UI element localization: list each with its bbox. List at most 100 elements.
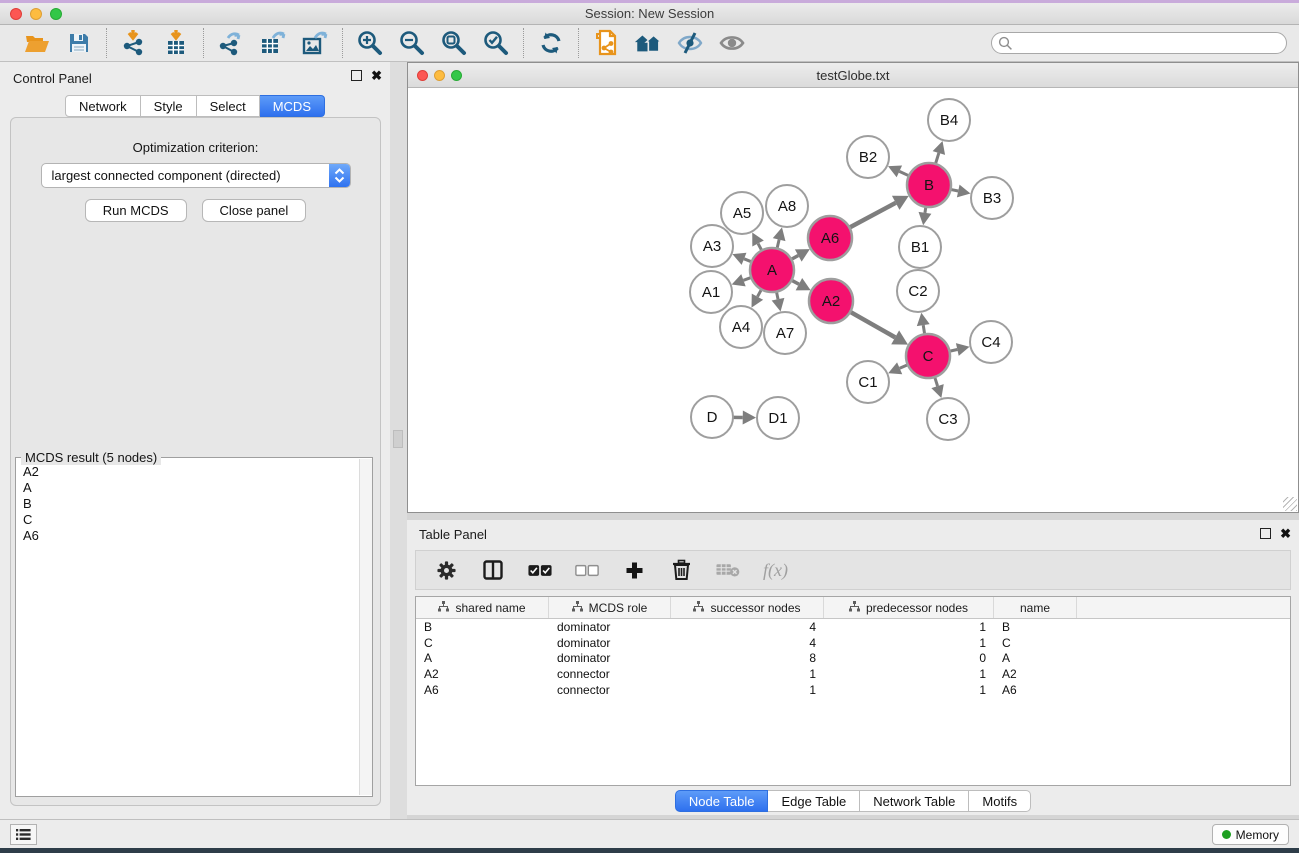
table-cell[interactable]: C — [416, 636, 549, 650]
graph-node-B2[interactable]: B2 — [847, 136, 889, 178]
graph-node-A6[interactable]: A6 — [808, 216, 852, 260]
search-input[interactable] — [1013, 36, 1280, 50]
close-panel-icon[interactable]: ✖ — [371, 70, 382, 81]
graph-edge-A-A3[interactable] — [732, 253, 751, 265]
function-builder-icon[interactable]: f(x) — [763, 560, 788, 581]
graph-edge-A-A2[interactable] — [791, 278, 810, 290]
tab-network[interactable]: Network — [65, 95, 141, 117]
table-cell[interactable]: A2 — [994, 667, 1077, 681]
zoom-out-icon[interactable] — [398, 29, 426, 57]
float-panel-icon[interactable] — [351, 70, 362, 81]
graph-edge-A-A7[interactable] — [772, 292, 785, 312]
graph-node-C[interactable]: C — [906, 334, 950, 378]
graph-node-A3[interactable]: A3 — [691, 225, 733, 267]
table-row[interactable]: Cdominator41C — [416, 635, 1290, 651]
graph-edge-C-C1[interactable] — [888, 362, 908, 374]
graph-node-A4[interactable]: A4 — [720, 306, 762, 348]
deselect-all-icon[interactable] — [575, 558, 599, 582]
tab-network-table[interactable]: Network Table — [860, 790, 969, 812]
delete-table-icon[interactable] — [716, 558, 740, 582]
window-resize-grip[interactable] — [1283, 497, 1297, 511]
table-cell[interactable]: B — [416, 620, 549, 634]
graph-node-B3[interactable]: B3 — [971, 177, 1013, 219]
graph-node-B1[interactable]: B1 — [899, 226, 941, 268]
table-row[interactable]: A2connector11A2 — [416, 666, 1290, 682]
graph-edge-C-C3[interactable] — [931, 377, 943, 398]
result-item[interactable]: A6 — [23, 528, 372, 544]
tab-select[interactable]: Select — [197, 95, 260, 117]
table-cell[interactable]: A2 — [416, 667, 549, 681]
graph-node-C3[interactable]: C3 — [927, 398, 969, 440]
table-cell[interactable]: connector — [549, 667, 671, 681]
save-session-icon[interactable] — [65, 29, 93, 57]
zoom-in-icon[interactable] — [356, 29, 384, 57]
tab-node-table[interactable]: Node Table — [675, 790, 769, 812]
graph-node-A1[interactable]: A1 — [690, 271, 732, 313]
tab-edge-table[interactable]: Edge Table — [768, 790, 860, 812]
table-cell[interactable]: 1 — [824, 620, 994, 634]
table-row[interactable]: Adominator80A — [416, 651, 1290, 667]
column-header-name[interactable]: name — [994, 597, 1077, 618]
table-row[interactable]: Bdominator41B — [416, 619, 1290, 635]
column-header-predecessor-nodes[interactable]: predecessor nodes — [824, 597, 994, 618]
delete-columns-icon[interactable] — [669, 558, 693, 582]
new-network-from-selection-icon[interactable] — [592, 29, 620, 57]
table-cell[interactable]: dominator — [549, 651, 671, 665]
panel-divider[interactable] — [390, 62, 407, 819]
close-panel-button[interactable]: Close panel — [202, 199, 307, 222]
column-header-MCDS-role[interactable]: MCDS role — [549, 597, 671, 618]
graph-node-A8[interactable]: A8 — [766, 185, 808, 227]
show-columns-icon[interactable] — [481, 558, 505, 582]
graph-node-A7[interactable]: A7 — [764, 312, 806, 354]
graph-edge-A-A5[interactable] — [752, 232, 764, 250]
table-cell[interactable]: C — [994, 636, 1077, 650]
graph-edge-B-B2[interactable] — [888, 165, 909, 177]
close-table-panel-icon[interactable]: ✖ — [1280, 528, 1291, 539]
graph-edge-A-A4[interactable] — [752, 289, 764, 307]
column-header-shared-name[interactable]: shared name — [416, 597, 549, 618]
graph-edge-A-A1[interactable] — [732, 274, 752, 286]
graph-node-A2[interactable]: A2 — [809, 279, 853, 323]
table-cell[interactable]: 4 — [671, 620, 824, 634]
settings-icon[interactable] — [434, 558, 458, 582]
select-all-icon[interactable] — [528, 558, 552, 582]
result-item[interactable]: B — [23, 496, 372, 512]
divider-grip[interactable] — [393, 430, 403, 448]
table-cell[interactable]: 8 — [671, 651, 824, 665]
result-item[interactable]: C — [23, 512, 372, 528]
graph-node-C1[interactable]: C1 — [847, 361, 889, 403]
table-cell[interactable]: dominator — [549, 620, 671, 634]
table-cell[interactable]: 1 — [671, 667, 824, 681]
table-cell[interactable]: A — [416, 651, 549, 665]
result-item[interactable]: A — [23, 480, 372, 496]
open-session-icon[interactable] — [23, 29, 51, 57]
criterion-dropdown[interactable]: largest connected component (directed) — [41, 163, 351, 188]
table-cell[interactable]: A — [994, 651, 1077, 665]
graph-edge-C-C4[interactable] — [949, 343, 969, 356]
table-row[interactable]: A6connector11A6 — [416, 682, 1290, 698]
export-image-icon[interactable] — [301, 29, 329, 57]
show-eye-icon[interactable] — [718, 29, 746, 57]
table-cell[interactable]: connector — [549, 683, 671, 697]
export-table-icon[interactable] — [259, 29, 287, 57]
zoom-selected-icon[interactable] — [482, 29, 510, 57]
graph-edge-A-A8[interactable] — [773, 227, 786, 248]
table-cell[interactable]: 0 — [824, 651, 994, 665]
mcds-result-list[interactable]: A2ABCA6 — [16, 458, 372, 544]
float-table-panel-icon[interactable] — [1260, 528, 1271, 539]
result-scrollbar[interactable] — [359, 459, 372, 795]
graph-node-B[interactable]: B — [907, 163, 951, 207]
table-cell[interactable]: A6 — [416, 683, 549, 697]
graph-node-B4[interactable]: B4 — [928, 99, 970, 141]
network-window-titlebar[interactable]: testGlobe.txt — [408, 63, 1298, 88]
graph-edge-A6-B[interactable] — [849, 196, 908, 228]
graph-edge-A2-C[interactable] — [850, 312, 908, 345]
graph-node-D[interactable]: D — [691, 396, 733, 438]
graph-edge-B-B4[interactable] — [933, 141, 945, 164]
task-history-button[interactable] — [10, 824, 37, 845]
table-cell[interactable]: 4 — [671, 636, 824, 650]
result-item[interactable]: A2 — [23, 464, 372, 480]
graph-node-D1[interactable]: D1 — [757, 397, 799, 439]
network-canvas[interactable]: B4B2BB3A8A5A6A3B1AA1C2A2A4A7C4CC1DD1C3 — [408, 88, 1298, 512]
graph-node-C2[interactable]: C2 — [897, 270, 939, 312]
